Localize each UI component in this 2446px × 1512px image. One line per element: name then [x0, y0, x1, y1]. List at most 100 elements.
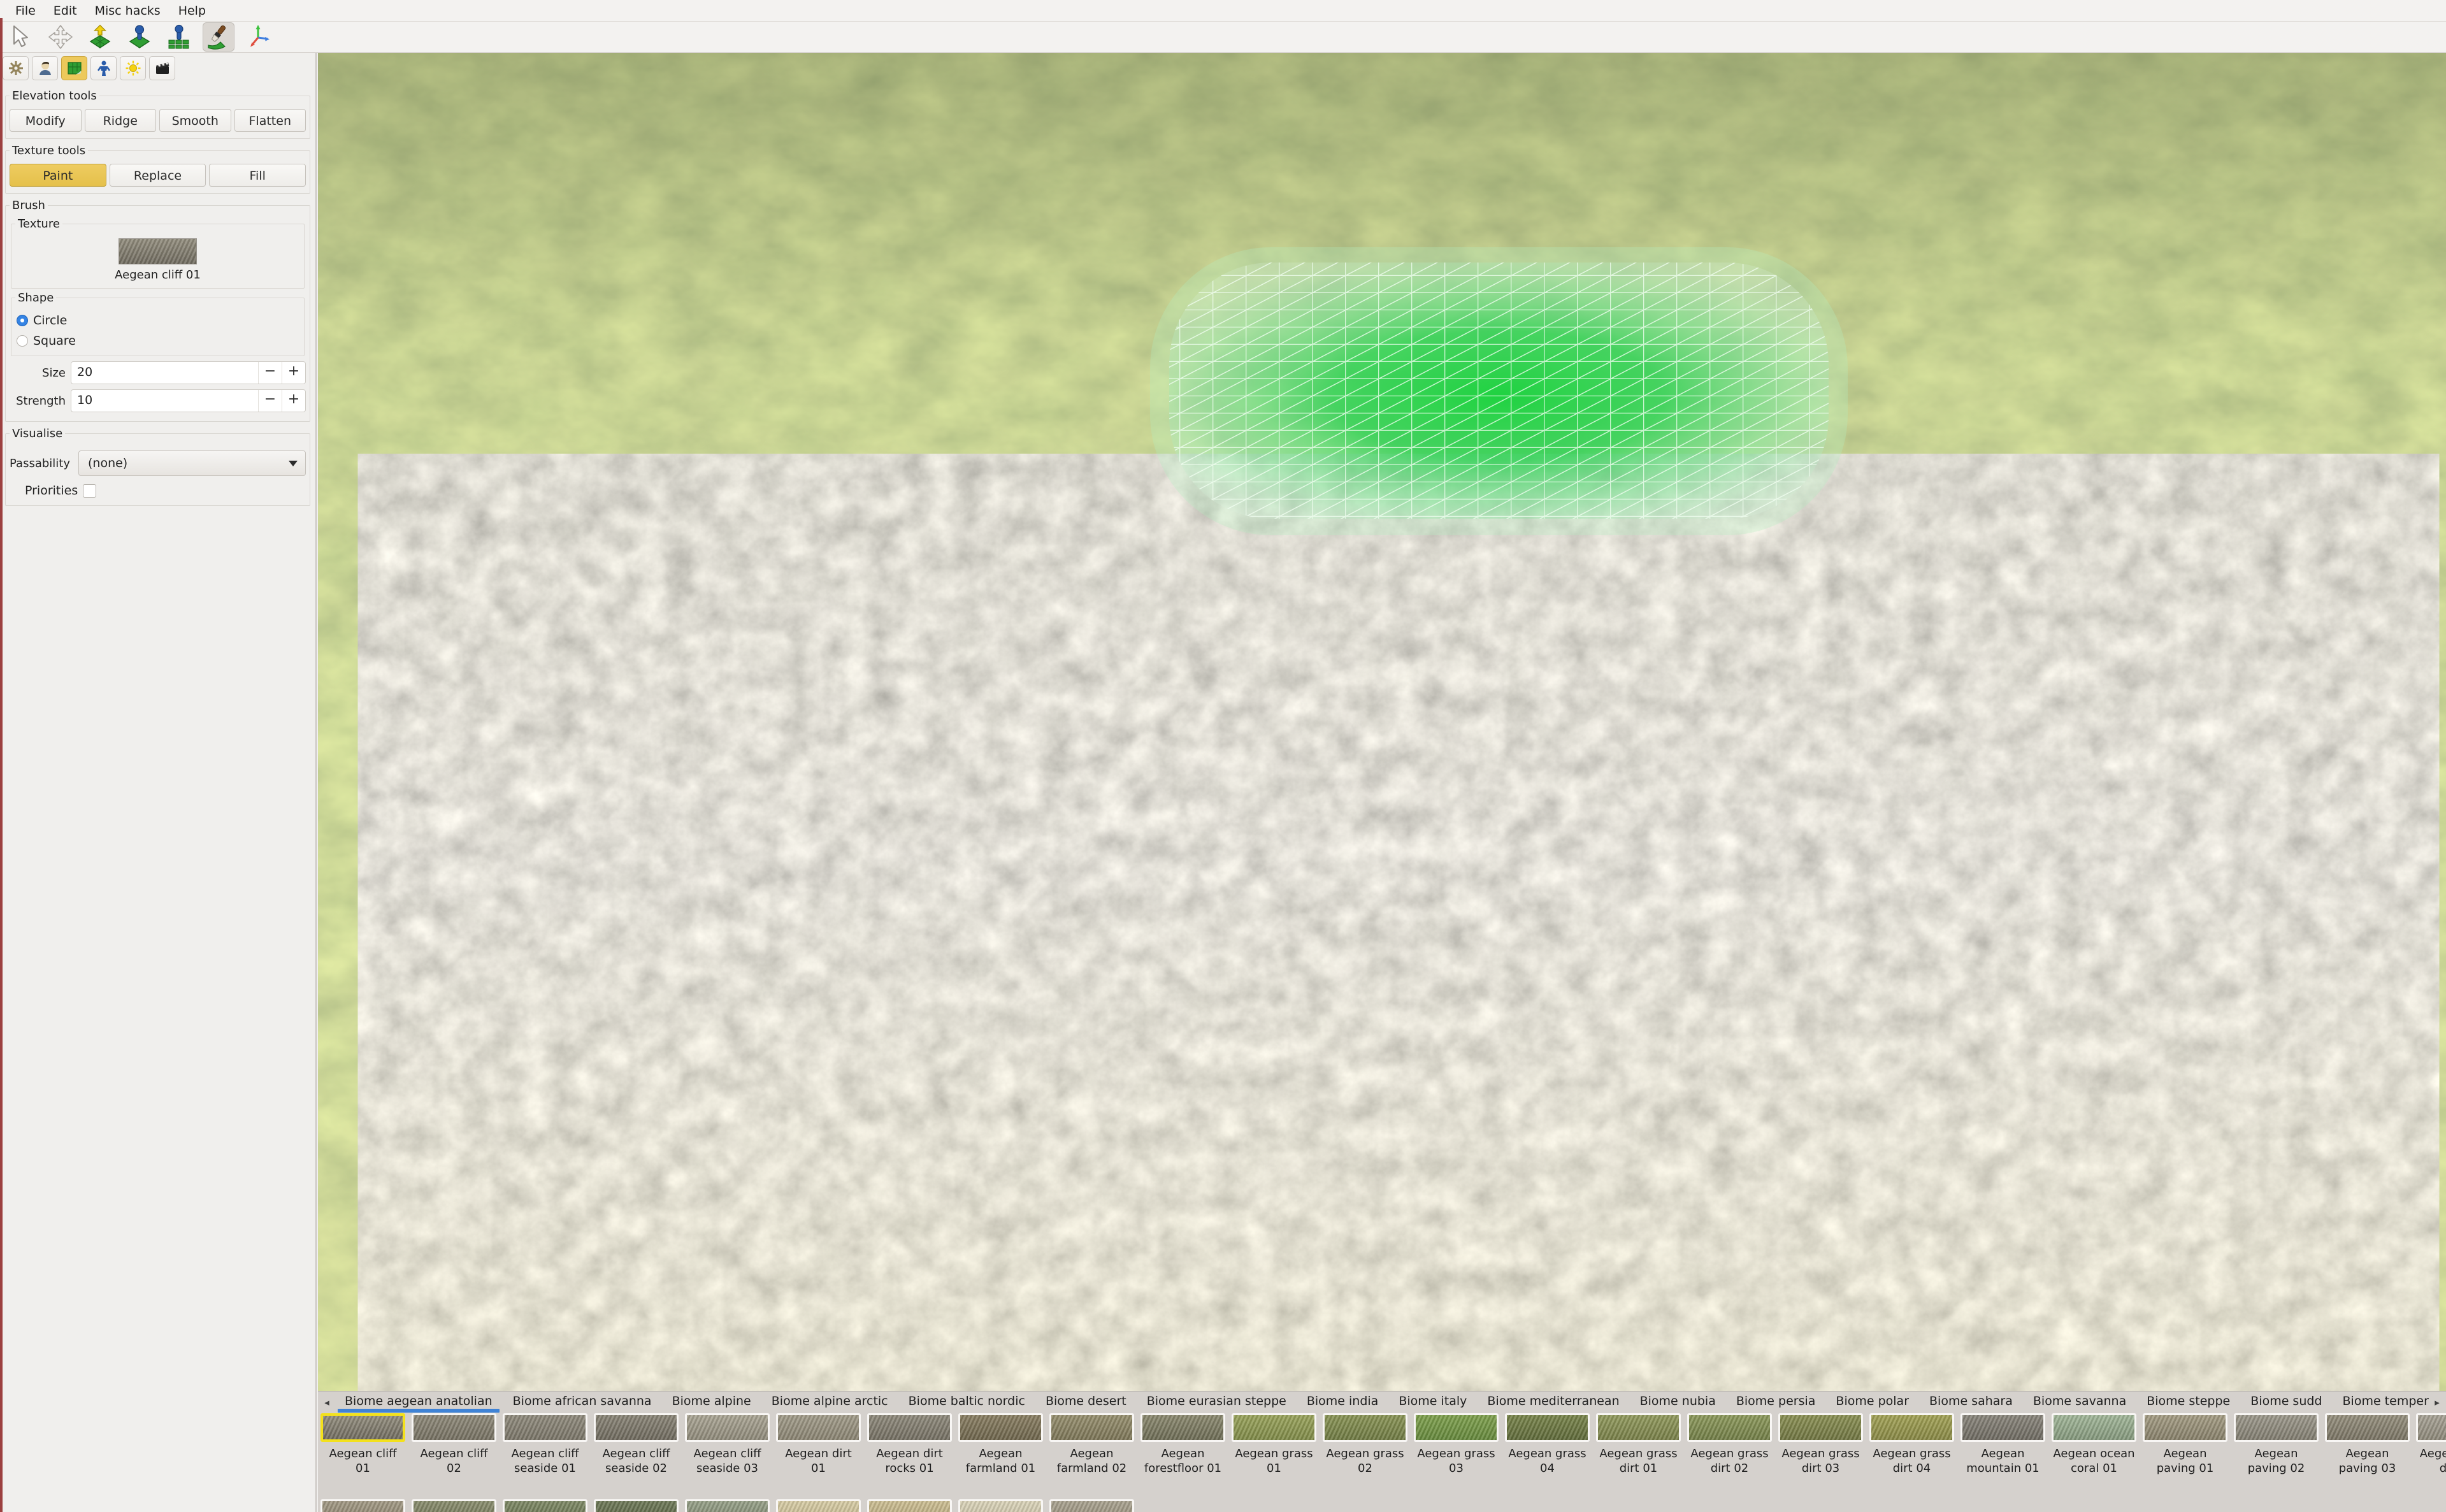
texture-thumb[interactable]: Aegean farmland 01: [958, 1413, 1043, 1476]
texture-thumb-image[interactable]: [1049, 1413, 1134, 1442]
tab-biome-eurasian-steppe[interactable]: Biome eurasian steppe: [1137, 1392, 1297, 1413]
texture-thumb-image[interactable]: [2234, 1413, 2319, 1442]
terrain-section-button[interactable]: [61, 56, 87, 80]
replace-button[interactable]: Replace: [110, 164, 206, 187]
tabs-scroll-right-icon[interactable]: ▸: [2429, 1397, 2445, 1408]
player-button[interactable]: [32, 56, 58, 80]
alter-elevation-button[interactable]: [84, 22, 116, 52]
tab-biome-desert[interactable]: Biome desert: [1035, 1392, 1137, 1413]
texture-thumb[interactable]: Aegean grass 03: [1414, 1413, 1499, 1476]
texture-thumb-image[interactable]: [1778, 1413, 1863, 1442]
texture-thumb-image[interactable]: [776, 1499, 861, 1512]
shape-square-option[interactable]: Square: [17, 334, 300, 348]
texture-thumb[interactable]: Aegean ocean coral 01: [2052, 1413, 2136, 1476]
size-value[interactable]: 20: [71, 362, 258, 384]
size-stepper[interactable]: 20 − +: [71, 361, 306, 384]
tab-biome-persia[interactable]: Biome persia: [1726, 1392, 1826, 1413]
texture-thumb-image[interactable]: [1505, 1413, 1590, 1442]
texture-thumb[interactable]: Aegean paving 01: [2143, 1413, 2227, 1476]
menu-help[interactable]: Help: [169, 2, 215, 20]
texture-thumb[interactable]: Aegean mountain 01: [1960, 1413, 2045, 1476]
texture-thumb-image[interactable]: [1232, 1413, 1316, 1442]
menu-edit[interactable]: Edit: [45, 2, 86, 20]
texture-thumb[interactable]: Aegean paving 03: [2325, 1413, 2410, 1476]
tab-biome-aegean-anatolian[interactable]: Biome aegean anatolian: [335, 1392, 503, 1413]
tab-biome-savanna[interactable]: Biome savanna: [2023, 1392, 2136, 1413]
circle-radio[interactable]: [17, 315, 28, 326]
viewport-3d[interactable]: [318, 52, 2446, 1391]
tab-biome-nubia[interactable]: Biome nubia: [1630, 1392, 1726, 1413]
texture-thumb-image[interactable]: [2325, 1413, 2410, 1442]
texture-thumb-image[interactable]: [412, 1499, 496, 1512]
cinematics-button[interactable]: [149, 56, 175, 80]
texture-thumb[interactable]: Aegean paving 02: [2234, 1413, 2319, 1476]
texture-thumb-image[interactable]: [594, 1413, 679, 1442]
texture-thumb-image[interactable]: [958, 1499, 1043, 1512]
texture-thumb-image[interactable]: [685, 1499, 770, 1512]
tab-biome-india[interactable]: Biome india: [1297, 1392, 1388, 1413]
strength-decrement-button[interactable]: −: [258, 390, 282, 412]
tab-biome-sudd[interactable]: Biome sudd: [2240, 1392, 2332, 1413]
strength-value[interactable]: 10: [71, 390, 258, 412]
texture-thumb-image[interactable]: [1869, 1413, 1954, 1442]
smooth-button[interactable]: Smooth: [159, 109, 231, 132]
texture-thumb[interactable]: Aegean cliff 02: [412, 1413, 496, 1476]
texture-thumb[interactable]: Aegean grass 02: [1323, 1413, 1407, 1476]
texture-thumb-image[interactable]: [412, 1413, 496, 1442]
texture-thumb-image[interactable]: [958, 1413, 1043, 1442]
object-section-button[interactable]: [90, 56, 117, 80]
texture-thumb[interactable]: Aegean cliff 01: [320, 1413, 405, 1476]
texture-thumb-image[interactable]: [1596, 1413, 1681, 1442]
move-tool-button[interactable]: [45, 22, 76, 52]
strength-increment-button[interactable]: +: [282, 390, 305, 412]
tab-biome-alpine-arctic[interactable]: Biome alpine arctic: [761, 1392, 898, 1413]
texture-thumb-image[interactable]: [1323, 1413, 1407, 1442]
texture-thumb-image[interactable]: [1414, 1413, 1499, 1442]
shape-circle-option[interactable]: Circle: [17, 313, 300, 328]
flatten-elevation-button[interactable]: [163, 22, 195, 52]
texture-thumb[interactable]: Aegean grass dirt 04: [1869, 1413, 1954, 1476]
strength-stepper[interactable]: 10 − +: [71, 389, 306, 412]
texture-thumb[interactable]: Aegean grass dirt 02: [1687, 1413, 1772, 1476]
map-settings-button[interactable]: [3, 56, 29, 80]
tab-biome-mediterranean[interactable]: Biome mediterranean: [1477, 1392, 1629, 1413]
texture-thumb-image[interactable]: [867, 1499, 952, 1512]
tab-biome-baltic-nordic[interactable]: Biome baltic nordic: [898, 1392, 1035, 1413]
texture-thumb-image[interactable]: [776, 1413, 861, 1442]
environment-button[interactable]: [120, 56, 146, 80]
axes-tool-button[interactable]: [242, 22, 274, 52]
texture-thumb-image[interactable]: [320, 1413, 405, 1442]
texture-thumb-image[interactable]: [320, 1499, 405, 1512]
texture-thumb[interactable]: Aegean cliff seaside 01: [503, 1413, 587, 1476]
texture-thumb-image[interactable]: [2143, 1413, 2227, 1442]
texture-thumb[interactable]: Aegean forestfloor 01: [1140, 1413, 1225, 1476]
texture-thumb-image[interactable]: [1140, 1413, 1225, 1442]
texture-thumb[interactable]: Aegean grass dirt 03: [1778, 1413, 1863, 1476]
tab-biome-italy[interactable]: Biome italy: [1388, 1392, 1477, 1413]
tab-biome-sahara[interactable]: Biome sahara: [1919, 1392, 2023, 1413]
texture-thumb-image[interactable]: [503, 1499, 587, 1512]
menu-misc-hacks[interactable]: Misc hacks: [86, 2, 169, 20]
modify-button[interactable]: Modify: [10, 109, 82, 132]
texture-thumb-image[interactable]: [2052, 1413, 2136, 1442]
texture-thumb-image[interactable]: [594, 1499, 679, 1512]
texture-thumb-image[interactable]: [1687, 1413, 1772, 1442]
texture-thumb-image[interactable]: [1049, 1499, 1134, 1512]
fill-button[interactable]: Fill: [209, 164, 306, 187]
texture-thumb[interactable]: Aegean dirt 01: [776, 1413, 861, 1476]
tab-biome-alpine[interactable]: Biome alpine: [662, 1392, 761, 1413]
tab-biome-steppe[interactable]: Biome steppe: [2136, 1392, 2240, 1413]
texture-thumb-image[interactable]: [1960, 1413, 2045, 1442]
smooth-elevation-button[interactable]: [124, 22, 155, 52]
tab-biome-african-savanna[interactable]: Biome african savanna: [503, 1392, 662, 1413]
flatten-button[interactable]: Flatten: [234, 109, 306, 132]
texture-thumb[interactable]: Aegean rocks dirt 01: [2416, 1413, 2446, 1476]
passability-dropdown[interactable]: (none): [78, 450, 306, 476]
texture-thumb[interactable]: Aegean farmland 02: [1049, 1413, 1134, 1476]
texture-thumb[interactable]: Aegean grass dirt 01: [1596, 1413, 1681, 1476]
texture-thumb[interactable]: Aegean cliff seaside 03: [685, 1413, 770, 1476]
texture-thumb[interactable]: Aegean dirt rocks 01: [867, 1413, 952, 1476]
square-radio[interactable]: [17, 335, 28, 347]
menu-file[interactable]: File: [6, 2, 45, 20]
texture-thumb[interactable]: Aegean grass 04: [1505, 1413, 1590, 1476]
